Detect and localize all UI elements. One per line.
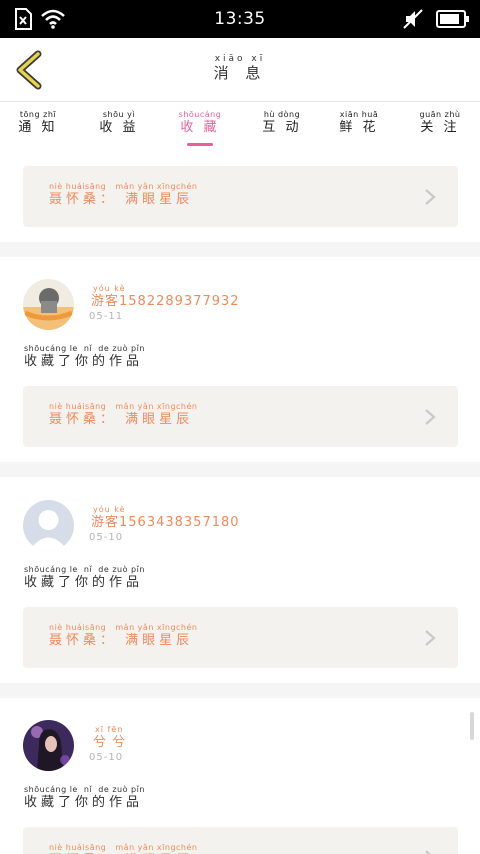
mute-icon bbox=[403, 9, 423, 29]
tab-pinyin: xiān huā bbox=[339, 110, 379, 119]
work-card-pinyin: niè huáisāng mǎn yǎn xīngchén bbox=[49, 402, 198, 411]
default-avatar-icon bbox=[23, 500, 74, 551]
tab-pinyin: tōng zhī bbox=[19, 110, 57, 119]
work-card[interactable]: niè huáisāng mǎn yǎn xīngchén 聂怀桑： 满眼星辰 bbox=[23, 166, 458, 227]
action-label: 收藏了你的作品 bbox=[24, 354, 144, 369]
chevron-right-icon bbox=[425, 850, 432, 854]
work-card-title: 聂怀桑： 满眼星辰 bbox=[49, 412, 194, 427]
user-name-pinyin: xī fēn bbox=[95, 725, 124, 734]
tab-label: 互 动 bbox=[262, 120, 302, 135]
divider bbox=[0, 462, 480, 477]
tab-pinyin: shōucáng bbox=[178, 110, 222, 119]
tab-interactions[interactable]: hù dòng 互 动 bbox=[242, 109, 322, 135]
action-label: 收藏了你的作品 bbox=[24, 575, 144, 590]
tab-pinyin: guān zhù bbox=[419, 110, 461, 119]
tab-pinyin: shōu yì bbox=[102, 110, 136, 119]
message-date: 05-10 bbox=[89, 532, 124, 543]
message-date: 05-11 bbox=[89, 311, 124, 322]
tab-following[interactable]: guān zhù 关 注 bbox=[400, 109, 480, 135]
avatar[interactable] bbox=[23, 500, 74, 551]
user-name[interactable]: xī fēn 兮 兮 bbox=[91, 725, 126, 750]
page-title: xiāo xī 消 息 bbox=[0, 54, 480, 82]
user-name[interactable]: yóu kè 游客1582289377932 bbox=[91, 284, 240, 309]
avatar[interactable] bbox=[23, 720, 74, 771]
tab-notifications[interactable]: tōng zhī 通 知 bbox=[0, 109, 78, 135]
scrollbar[interactable] bbox=[470, 712, 474, 740]
header: xiāo xī 消 息 bbox=[0, 38, 480, 102]
work-card-pinyin: niè huáisāng mǎn yǎn xīngchén bbox=[49, 182, 198, 191]
avatar-image bbox=[23, 279, 74, 330]
user-name-pinyin: yóu kè bbox=[93, 505, 126, 514]
message-date: 05-10 bbox=[89, 752, 124, 763]
work-card-text: niè huáisāng mǎn yǎn xīngchén 聂怀桑： 满眼星辰 bbox=[49, 182, 198, 207]
status-bar: 13:35 bbox=[0, 0, 480, 38]
action-pinyin: shōucáng le nǐ de zuò pǐn bbox=[24, 344, 145, 353]
user-name-text: 兮 兮 bbox=[93, 735, 127, 750]
work-card-text: niè huáisāng mǎn yǎn xīngchén 聂怀桑： 满眼星辰 bbox=[49, 402, 198, 427]
tab-label: 收 藏 bbox=[180, 120, 220, 135]
tab-label: 鲜 花 bbox=[339, 120, 379, 135]
action-text: shōucáng le nǐ de zuò pǐn 收藏了你的作品 bbox=[24, 565, 145, 590]
message-list[interactable]: niè huáisāng mǎn yǎn xīngchén 聂怀桑： 满眼星辰 … bbox=[0, 148, 480, 854]
user-name-pinyin: yóu kè bbox=[93, 284, 126, 293]
tab-earnings[interactable]: shōu yì 收 益 bbox=[79, 109, 159, 135]
work-card-title: 聂怀桑： 满眼星辰 bbox=[49, 192, 194, 207]
tab-bar: tōng zhī 通 知 shōu yì 收 益 shōucáng 收 藏 hù… bbox=[0, 103, 480, 147]
user-name-text: 游客1582289377932 bbox=[91, 294, 240, 309]
work-card[interactable]: niè huáisāng mǎn yǎn xīngchén 聂怀桑： 满眼星辰 bbox=[23, 607, 458, 668]
work-card-pinyin: niè huáisāng mǎn yǎn xīngchén bbox=[49, 623, 198, 632]
avatar[interactable] bbox=[23, 279, 74, 330]
tab-label: 通 知 bbox=[18, 120, 58, 135]
tab-flowers[interactable]: xiān huā 鲜 花 bbox=[319, 109, 399, 135]
action-text: shōucáng le nǐ de zuò pǐn 收藏了你的作品 bbox=[24, 785, 145, 810]
divider bbox=[0, 242, 480, 257]
action-pinyin: shōucáng le nǐ de zuò pǐn bbox=[24, 785, 145, 794]
divider bbox=[0, 683, 480, 698]
user-name-text: 游客1563438357180 bbox=[91, 515, 240, 530]
chevron-right-icon bbox=[425, 189, 436, 205]
work-card[interactable]: niè huáisāng mǎn yǎn xīngchén 聂怀桑： 满眼星辰 bbox=[23, 386, 458, 447]
work-card-pinyin: niè huáisāng mǎn yǎn xīngchén bbox=[49, 843, 198, 852]
tab-favorites[interactable]: shōucáng 收 藏 bbox=[160, 109, 240, 146]
work-card-title: 聂怀桑： 满眼星辰 bbox=[49, 633, 194, 648]
active-tab-indicator bbox=[187, 143, 213, 146]
chevron-right-icon bbox=[425, 409, 436, 425]
chevron-right-icon bbox=[425, 630, 436, 646]
work-card-text: niè huáisāng mǎn yǎn xīngchén 聂怀桑： 满眼星辰 bbox=[49, 843, 198, 854]
avatar-image bbox=[23, 720, 74, 771]
battery-icon bbox=[436, 10, 469, 28]
work-card[interactable]: niè huáisāng mǎn yǎn xīngchén 聂怀桑： 满眼星辰 bbox=[23, 827, 458, 854]
tab-label: 收 益 bbox=[99, 120, 139, 135]
action-text: shōucáng le nǐ de zuò pǐn 收藏了你的作品 bbox=[24, 344, 145, 369]
tab-pinyin: hù dòng bbox=[263, 110, 301, 119]
user-name[interactable]: yóu kè 游客1563438357180 bbox=[91, 505, 240, 530]
work-card-text: niè huáisāng mǎn yǎn xīngchén 聂怀桑： 满眼星辰 bbox=[49, 623, 198, 648]
action-pinyin: shōucáng le nǐ de zuò pǐn bbox=[24, 565, 145, 574]
tab-label: 关 注 bbox=[420, 120, 460, 135]
page-title-text: 消 息 bbox=[213, 64, 267, 82]
action-label: 收藏了你的作品 bbox=[24, 795, 144, 810]
